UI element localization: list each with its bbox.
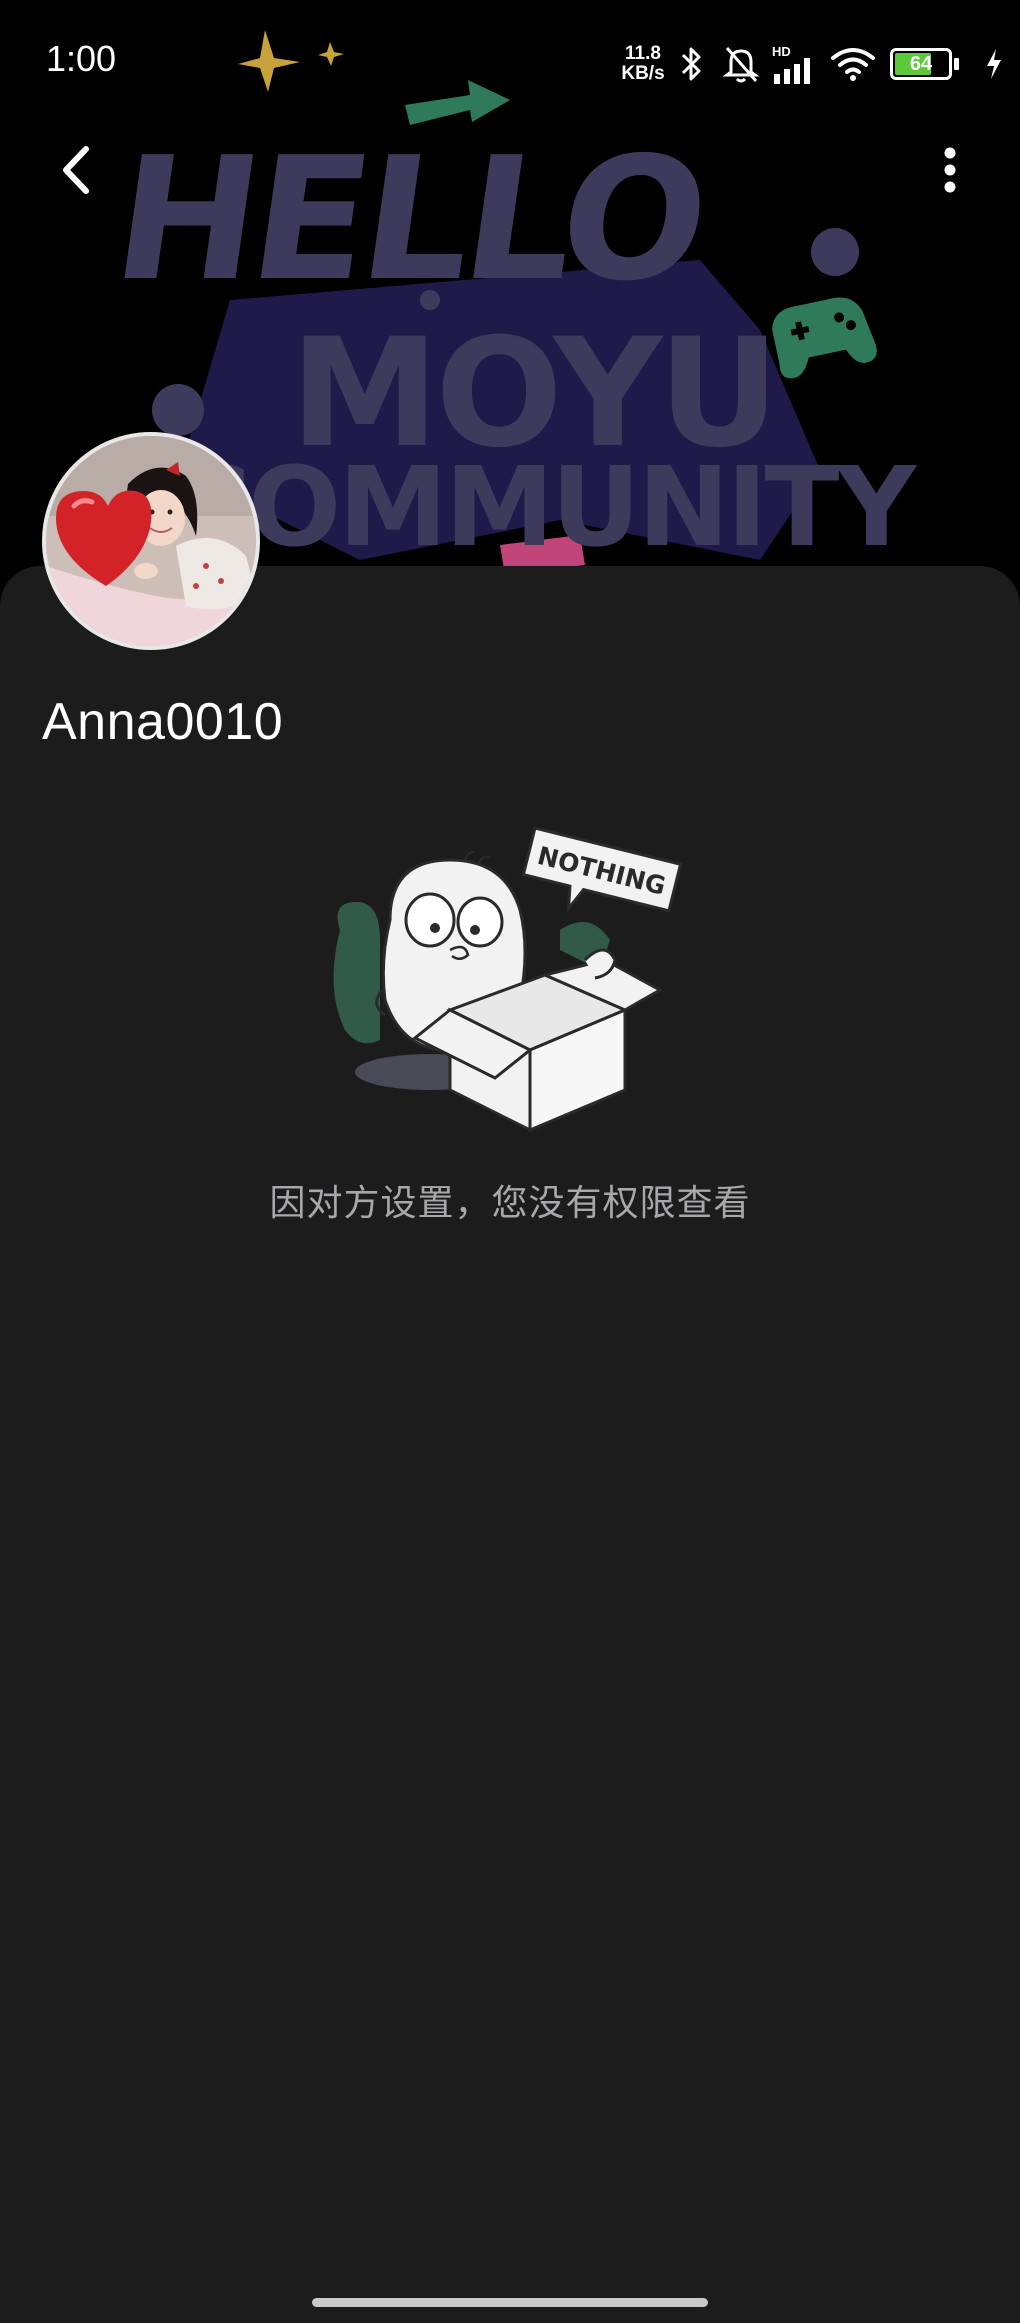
network-speed: 11.8 KB/s: [614, 44, 672, 84]
charging-icon: [987, 49, 1001, 79]
mute-icon: [722, 47, 760, 83]
banner-text-hello: HELLO: [103, 121, 714, 319]
avatar[interactable]: [42, 432, 260, 650]
profile-username: Anna0010: [42, 693, 284, 751]
wifi-icon: [831, 48, 875, 81]
banner-text-community: COMMUNITY: [170, 443, 918, 571]
bluetooth-icon: [681, 47, 701, 81]
battery-icon: 64: [890, 48, 952, 80]
back-button[interactable]: [46, 140, 106, 200]
more-options-button[interactable]: [920, 140, 980, 200]
battery-tip: [954, 58, 959, 70]
more-vertical-icon: [944, 147, 956, 193]
battery-level: 64: [909, 53, 933, 75]
status-time: 1:00: [46, 38, 117, 79]
permission-denied-message: 因对方设置，您没有权限查看: [269, 1183, 751, 1224]
status-icons: 11.8 KB/s HD 64: [600, 0, 1020, 120]
chevron-left-icon: [63, 146, 89, 194]
status-bar: 1:00 11.8 KB/s HD 64: [0, 0, 1020, 120]
nothing-mascot-illustration: NOTHING: [333, 826, 683, 1133]
avatar-photo: [46, 436, 256, 646]
signal-icon: [774, 58, 810, 84]
network-speed-unit: KB/s: [621, 63, 665, 84]
home-indicator[interactable]: [312, 2298, 708, 2307]
network-speed-value: 11.8: [625, 43, 661, 64]
empty-state-illustration: NOTHING: [320, 810, 700, 1140]
